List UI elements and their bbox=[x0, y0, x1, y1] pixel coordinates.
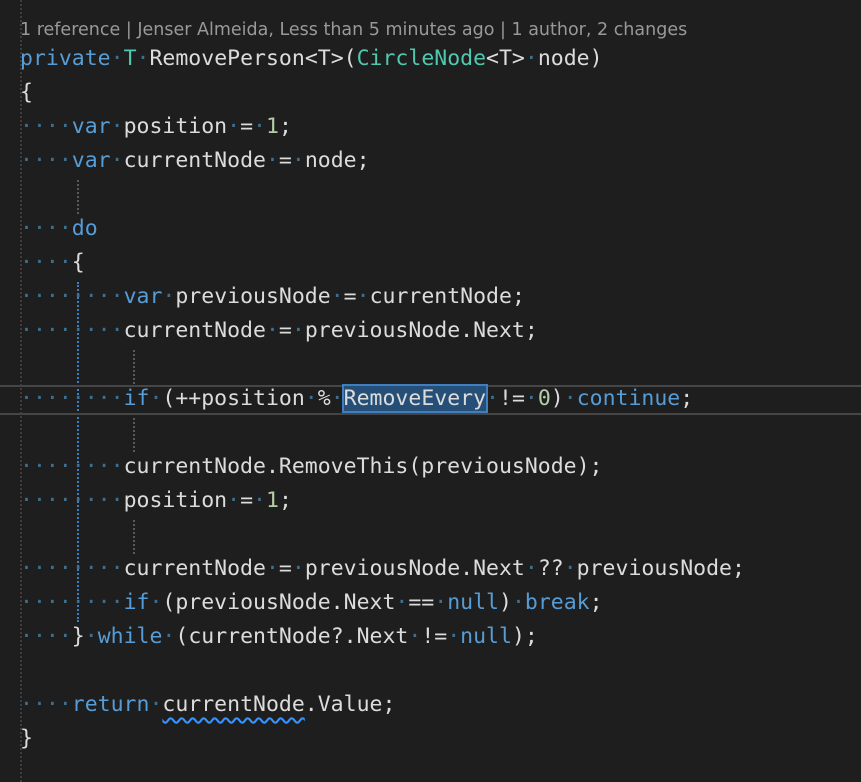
brace: { bbox=[71, 250, 85, 275]
keyword-var: var bbox=[71, 148, 111, 173]
indent-guide bbox=[133, 520, 135, 554]
keyword-continue: continue bbox=[576, 386, 681, 411]
operator: = bbox=[278, 318, 292, 343]
code-line-if-break[interactable]: ········if·(previousNode.Next·==·null)·b… bbox=[20, 586, 603, 620]
code-editor[interactable]: 1 reference | Jenser Almeida, Less than … bbox=[0, 0, 861, 782]
codelens-author[interactable]: Jenser Almeida, Less than 5 minutes ago bbox=[137, 20, 494, 40]
identifier: (currentNode?.Next bbox=[175, 624, 409, 649]
keyword-var: var bbox=[123, 284, 163, 309]
paren: ) bbox=[550, 386, 564, 411]
identifier: previousNode.Next bbox=[304, 556, 525, 581]
keyword-if: if bbox=[123, 386, 150, 411]
param-generic: <T> bbox=[486, 46, 525, 71]
keyword-private: private bbox=[20, 46, 111, 71]
codelens-changes[interactable]: 1 author, 2 changes bbox=[512, 20, 688, 40]
keyword-if: if bbox=[123, 590, 150, 615]
code-line-null-coalesce[interactable]: ········currentNode·=·previousNode.Next·… bbox=[20, 552, 745, 586]
operator: = bbox=[240, 114, 254, 139]
semicolon: ; bbox=[278, 488, 292, 513]
code-line-var-currentnode[interactable]: ····var·currentNode·=·node; bbox=[20, 144, 370, 178]
number-literal: 1 bbox=[265, 488, 279, 513]
identifier: previousNode.Next; bbox=[304, 318, 538, 343]
selected-identifier[interactable]: RemoveEvery bbox=[341, 384, 489, 413]
code-line-do-open-brace[interactable]: ····{ bbox=[20, 246, 85, 280]
identifier: currentNode bbox=[123, 148, 266, 173]
operator: = bbox=[278, 556, 292, 581]
number-literal: 0 bbox=[537, 386, 551, 411]
type-param: T bbox=[123, 46, 137, 71]
keyword-do: do bbox=[71, 216, 98, 241]
operator: = bbox=[343, 284, 357, 309]
param-name: node) bbox=[537, 46, 603, 71]
keyword-break: break bbox=[524, 590, 590, 615]
keyword-var: var bbox=[71, 114, 111, 139]
code-line-close-brace[interactable]: } bbox=[20, 722, 33, 756]
identifier: node; bbox=[304, 148, 370, 173]
brace: } bbox=[71, 624, 85, 649]
code-line-open-brace[interactable]: { bbox=[20, 76, 33, 110]
operator: ?? bbox=[537, 556, 564, 581]
keyword-while: while bbox=[97, 624, 163, 649]
codelens: 1 reference | Jenser Almeida, Less than … bbox=[20, 18, 687, 42]
indent-guide bbox=[77, 180, 79, 214]
indent-guide bbox=[133, 418, 135, 452]
member-access: .Value; bbox=[304, 692, 396, 717]
keyword-null: null bbox=[460, 624, 512, 649]
identifier: currentNode bbox=[123, 556, 266, 581]
identifier: previousNode bbox=[175, 284, 331, 309]
operator: != bbox=[421, 624, 448, 649]
operator: % bbox=[317, 386, 331, 411]
codelens-separator: | bbox=[125, 20, 132, 40]
operator: = bbox=[278, 148, 292, 173]
codelens-separator: | bbox=[500, 20, 506, 40]
identifier: currentNode bbox=[123, 318, 266, 343]
keyword-return: return bbox=[71, 692, 150, 717]
code-line-assign-currentnode[interactable]: ········currentNode·=·previousNode.Next; bbox=[20, 314, 538, 348]
param-type: CircleNode bbox=[356, 46, 487, 71]
method-name: RemovePerson bbox=[149, 46, 305, 71]
code-line-return[interactable]: ····return·currentNode.Value; bbox=[20, 688, 395, 722]
semicolon: ; bbox=[680, 386, 694, 411]
identifier: previousNode; bbox=[576, 556, 745, 581]
code-line-while[interactable]: ····}·while·(currentNode?.Next·!=·null); bbox=[20, 620, 538, 654]
operator: != bbox=[499, 386, 525, 411]
paren: ) bbox=[498, 590, 512, 615]
identifier: position bbox=[123, 114, 228, 139]
identifier: (++position bbox=[162, 386, 305, 411]
codelens-references[interactable]: 1 reference bbox=[20, 20, 120, 40]
number-literal: 1 bbox=[266, 114, 279, 139]
operator: == bbox=[408, 590, 435, 615]
operator: = bbox=[240, 488, 254, 513]
code-line-do[interactable]: ····do bbox=[20, 212, 98, 246]
identifier: currentNode; bbox=[369, 284, 525, 309]
generic-open: <T>( bbox=[304, 46, 357, 71]
code-line-removethis[interactable]: ········currentNode.RemoveThis(previousN… bbox=[20, 450, 603, 484]
identifier: (previousNode.Next bbox=[162, 590, 396, 615]
code-line-reset-position[interactable]: ········position·=·1; bbox=[20, 484, 292, 518]
semicolon: ; bbox=[278, 114, 292, 139]
statement: currentNode.RemoveThis(previousNode); bbox=[123, 454, 603, 479]
code-line-method-signature[interactable]: private·T·RemovePerson<T>(CircleNode<T>·… bbox=[20, 42, 603, 76]
code-line-var-previousnode[interactable]: ········var·previousNode·=·currentNode; bbox=[20, 280, 525, 314]
identifier: position bbox=[123, 488, 228, 513]
paren: ); bbox=[511, 624, 538, 649]
indent-guide bbox=[133, 350, 135, 384]
code-line-var-position[interactable]: ····var·position·=·1; bbox=[20, 110, 292, 144]
squiggle-identifier[interactable]: currentNode bbox=[162, 692, 304, 717]
keyword-null: null bbox=[447, 590, 499, 615]
code-line-if-continue[interactable]: ········if·(++position·%·RemoveEvery·!=·… bbox=[20, 382, 693, 416]
semicolon: ; bbox=[589, 590, 603, 615]
